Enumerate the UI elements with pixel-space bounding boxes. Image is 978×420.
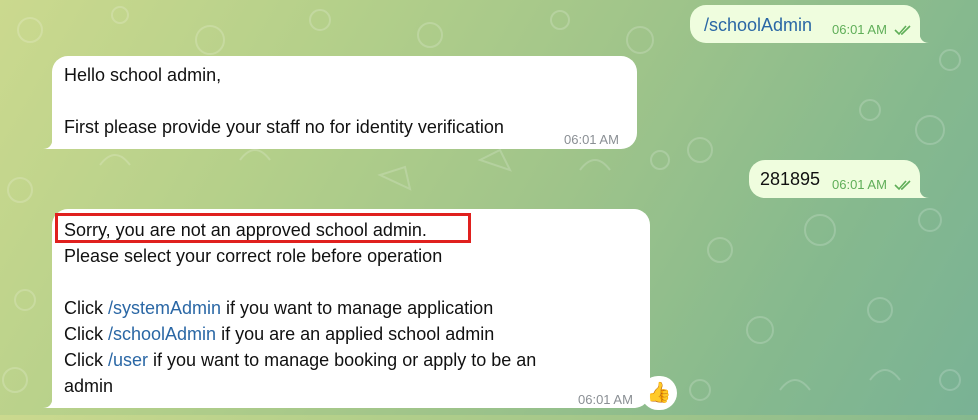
double-check-icon [893,180,911,191]
schooladmin-command-link[interactable]: /schoolAdmin [108,324,216,344]
outgoing-message-staff-number[interactable]: 281895 06:01 AM [749,160,929,198]
line-prefix: Click [64,350,108,370]
line-suffix: if you want to manage booking or apply t… [148,350,537,370]
message-line: Click /schoolAdmin if you are an applied… [64,321,494,347]
message-line: Sorry, you are not an approved school ad… [64,220,427,240]
incoming-message-greeting: Hello school admin, First please provide… [43,56,637,149]
message-line: Click /systemAdmin if you want to manage… [64,295,493,321]
message-time: 06:01 AM [832,22,887,37]
line-suffix: if you are an applied school admin [216,324,495,344]
outgoing-message-schooladmin-command[interactable]: /schoolAdmin 06:01 AM [690,5,929,43]
message-line: Please select your correct role before o… [64,246,443,266]
message-meta: 06:01 AM [832,172,912,198]
bubble-tail [919,184,929,198]
line-prefix: Click [64,298,108,318]
thumbs-up-icon[interactable]: 👍 [641,376,677,410]
message-time: 06:01 AM [564,132,619,147]
message-line: Hello school admin, [64,65,222,85]
message-text: 281895 [760,169,821,189]
message-time: 06:01 AM [832,177,887,192]
bubble-tail [43,135,53,149]
bubble-tail [43,394,53,408]
incoming-message-role-rejection: Sorry, you are not an approved school ad… [43,209,650,408]
user-command-link[interactable]: /user [108,350,148,370]
bubble-tail [919,29,929,43]
double-check-icon [893,25,911,36]
message-text[interactable]: /schoolAdmin [704,12,812,38]
systemadmin-command-link[interactable]: /systemAdmin [108,298,221,318]
line-suffix: if you want to manage application [221,298,494,318]
message-line: First please provide your staff no for i… [64,117,504,137]
message-time: 06:01 AM [578,392,633,407]
line-prefix: Click [64,324,108,344]
message-line: Click /user if you want to manage bookin… [64,347,536,373]
message-meta: 06:01 AM [832,17,912,43]
message-line: admin [64,376,114,396]
